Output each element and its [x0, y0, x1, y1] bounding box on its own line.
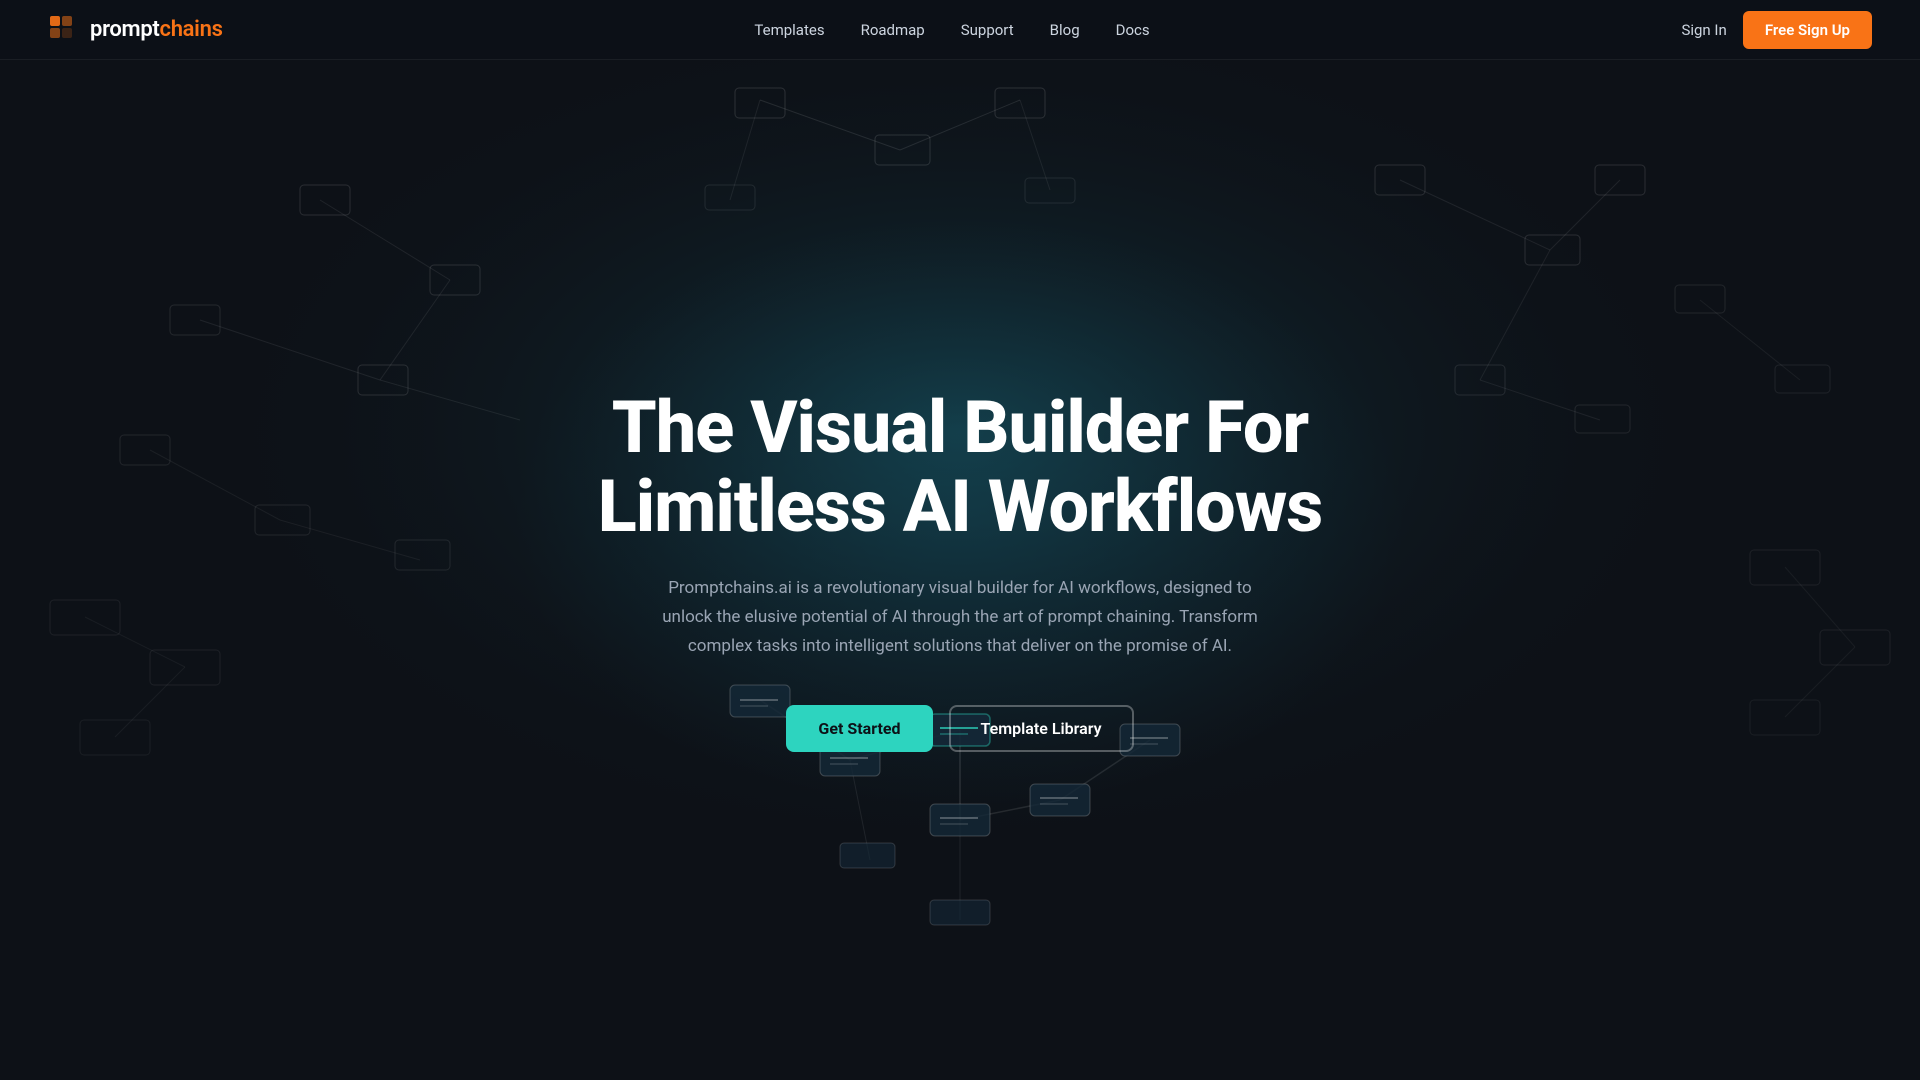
hero-content: The Visual Builder For Limitless AI Work…: [574, 388, 1346, 752]
navbar: promptchains Templates Roadmap Support B…: [0, 0, 1920, 60]
hero-section: The Visual Builder For Limitless AI Work…: [0, 0, 1920, 1080]
nav-link-roadmap[interactable]: Roadmap: [861, 21, 925, 39]
free-signup-button[interactable]: Free Sign Up: [1743, 11, 1872, 49]
get-started-button[interactable]: Get Started: [786, 705, 932, 752]
logo-icon: [48, 14, 80, 46]
logo-text: promptchains: [90, 17, 223, 42]
logo[interactable]: promptchains: [48, 14, 223, 46]
nav-link-support[interactable]: Support: [961, 21, 1014, 39]
hero-subtitle: Promptchains.ai is a revolutionary visua…: [650, 574, 1270, 661]
signin-button[interactable]: Sign In: [1681, 21, 1726, 39]
template-library-button[interactable]: Template Library: [949, 705, 1134, 752]
nav-link-blog[interactable]: Blog: [1050, 21, 1080, 39]
nav-links: Templates Roadmap Support Blog Docs: [754, 21, 1149, 39]
nav-link-templates[interactable]: Templates: [754, 21, 824, 39]
nav-link-docs[interactable]: Docs: [1116, 21, 1150, 39]
hero-cta: Get Started Template Library: [598, 705, 1322, 752]
hero-title: The Visual Builder For Limitless AI Work…: [598, 388, 1322, 546]
nav-actions: Sign In Free Sign Up: [1681, 11, 1872, 49]
